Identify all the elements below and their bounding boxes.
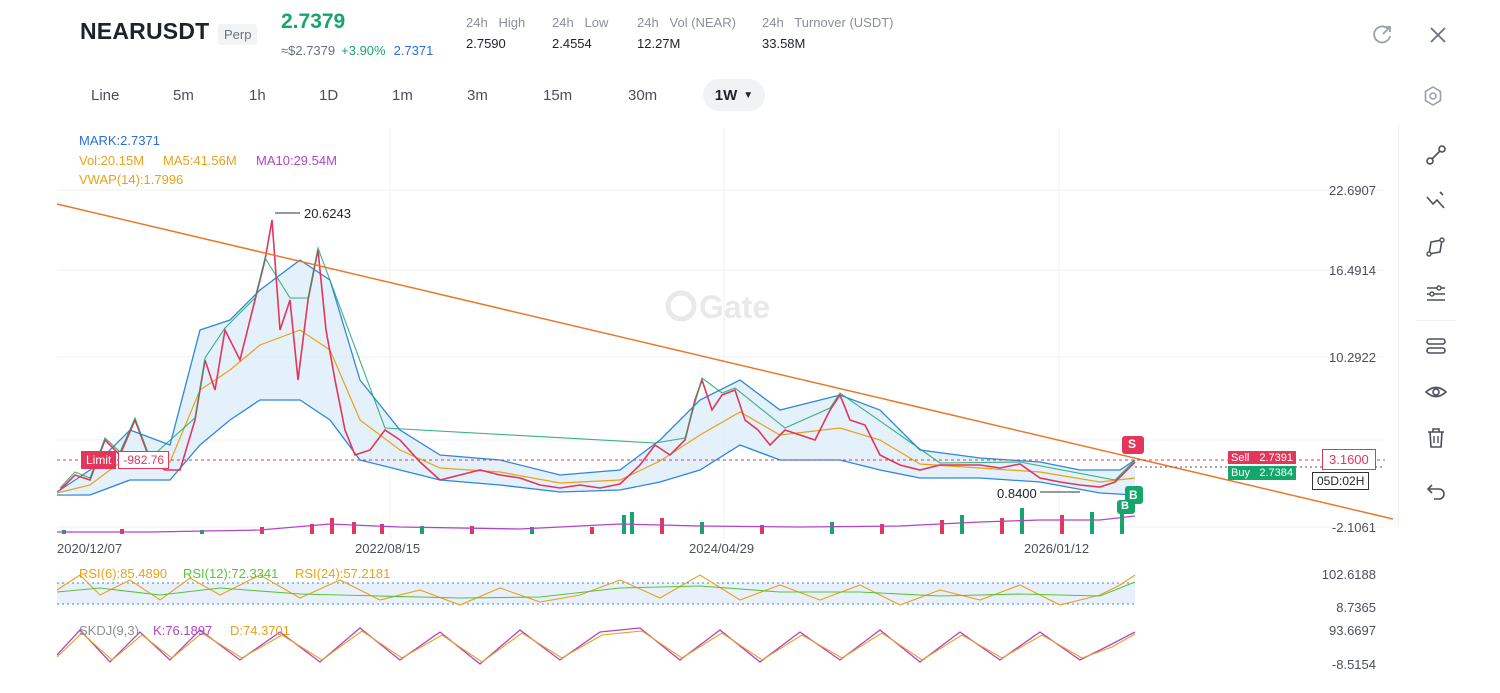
filter-icon[interactable] bbox=[1424, 334, 1448, 358]
shape-tool-icon[interactable] bbox=[1424, 235, 1448, 259]
k-indicator: K:76.1897 bbox=[153, 623, 213, 638]
y-label-2: 16.4914 bbox=[1329, 263, 1376, 278]
tf-15m[interactable]: 15m bbox=[543, 87, 572, 104]
x-label-2: 2022/08/15 bbox=[355, 541, 421, 556]
ma5-indicator: MA5:41.56M bbox=[163, 153, 237, 168]
stat-label: 24h Low bbox=[552, 15, 609, 30]
tf-1m[interactable]: 1m bbox=[392, 87, 413, 104]
last-price: 2.7379 bbox=[281, 10, 346, 33]
trend-tool-icon[interactable] bbox=[1424, 189, 1448, 213]
tf-3m[interactable]: 3m bbox=[467, 87, 488, 104]
rsi-band bbox=[57, 583, 1135, 604]
tf-30m[interactable]: 30m bbox=[628, 87, 657, 104]
indicator-settings-icon[interactable] bbox=[1424, 282, 1448, 306]
close-icon[interactable] bbox=[1427, 24, 1449, 46]
stat-value: 12.27M bbox=[637, 36, 681, 51]
sell-marker: S bbox=[1128, 437, 1137, 451]
chevron-down-icon: ▼ bbox=[743, 89, 754, 101]
eye-icon[interactable] bbox=[1424, 380, 1448, 404]
skdj-indicator: SKDJ(9,3) bbox=[79, 623, 139, 638]
y-label-1: 22.6907 bbox=[1329, 183, 1376, 198]
stat-24h-low: 24h Low 2.4554 bbox=[552, 15, 608, 51]
rsi12-indicator: RSI(12):72.3341 bbox=[183, 566, 279, 581]
stat-value: 2.7590 bbox=[466, 36, 506, 51]
vwap-indicator: VWAP(14):1.7996 bbox=[79, 172, 184, 187]
y-label-4: -2.1061 bbox=[1331, 520, 1376, 535]
gate-watermark: Gate bbox=[665, 289, 770, 325]
symbol-title: NEARUSDT bbox=[80, 18, 210, 44]
usd-price: ≈$2.7379 bbox=[281, 43, 336, 58]
drawing-toolbar bbox=[1398, 125, 1471, 525]
kdj-k-line bbox=[56, 627, 1136, 665]
undo-icon[interactable] bbox=[1424, 479, 1448, 503]
x-label-4: 2026/01/12 bbox=[1024, 541, 1090, 556]
limit-tag[interactable]: Limit -982.76 bbox=[81, 451, 170, 469]
stat-24h-vol: 24h Vol (NEAR) 12.27M bbox=[637, 15, 736, 51]
buy-price: 2.7384 bbox=[1259, 467, 1293, 479]
stat-label: 24h Turnover (USDT) bbox=[762, 15, 894, 30]
svg-text:Gate: Gate bbox=[699, 289, 770, 325]
settings-gear-icon[interactable] bbox=[1422, 85, 1444, 107]
price-subline: ≈$2.7379 +3.90% 2.7371 bbox=[281, 43, 433, 58]
line-tool-icon[interactable] bbox=[1424, 143, 1448, 167]
low-marker-label: 0.8400 bbox=[997, 486, 1037, 501]
buy-label: Buy bbox=[1231, 467, 1250, 479]
rsi-axis-top: 102.6188 bbox=[1321, 567, 1376, 582]
rsi24-indicator: RSI(24):57.2181 bbox=[295, 566, 391, 581]
sell-label: Sell bbox=[1231, 451, 1250, 464]
tf-5m[interactable]: 5m bbox=[173, 87, 194, 104]
stat-label: 24h Vol (NEAR) bbox=[637, 15, 736, 30]
stat-label: 24h High bbox=[466, 15, 526, 30]
change-percent: +3.90% bbox=[341, 43, 386, 58]
buy-marker-2: B bbox=[1121, 500, 1129, 512]
ma10-indicator: MA10:29.54M bbox=[256, 153, 337, 168]
current-price-box: 3.1600 bbox=[1322, 449, 1376, 470]
trash-icon[interactable] bbox=[1424, 426, 1448, 450]
countdown-box: 05D:02H bbox=[1312, 472, 1370, 490]
price-chart[interactable]: Gate bbox=[0, 120, 1400, 680]
perp-badge: Perp bbox=[218, 24, 258, 45]
vol-indicator: Vol:20.15M bbox=[79, 153, 145, 168]
tf-1w-dropdown[interactable]: 1W ▼ bbox=[703, 79, 765, 111]
rsi-axis-bottom: 8.7365 bbox=[1336, 600, 1376, 615]
x-label-3: 2024/04/29 bbox=[689, 541, 755, 556]
high-marker-label: 20.6243 bbox=[304, 206, 351, 221]
stat-24h-high: 24h High 2.7590 bbox=[466, 15, 525, 51]
volume-ma-line bbox=[57, 515, 1136, 533]
rsi6-indicator: RSI(6):85.4890 bbox=[79, 566, 168, 581]
kdj-axis-bottom: -8.5154 bbox=[1331, 657, 1376, 672]
open-external-icon[interactable] bbox=[1371, 24, 1393, 46]
price-candles bbox=[59, 219, 1136, 491]
buy-marker: B bbox=[1129, 488, 1138, 502]
d-indicator: D:74.3701 bbox=[230, 623, 290, 638]
tf-active-label: 1W bbox=[714, 86, 738, 104]
stat-24h-turnover: 24h Turnover (USDT) 33.58M bbox=[762, 15, 894, 51]
x-label-1: 2020/12/07 bbox=[57, 541, 123, 556]
buy-price-tag: Buy 2.7384 bbox=[1228, 466, 1296, 480]
limit-value: -982.76 bbox=[118, 451, 170, 469]
stat-value: 2.4554 bbox=[552, 36, 592, 51]
mark-indicator: MARK:2.7371 bbox=[79, 133, 160, 148]
tf-line[interactable]: Line bbox=[91, 87, 119, 104]
mark-price: 2.7371 bbox=[393, 43, 434, 58]
stat-value: 33.58M bbox=[762, 36, 806, 51]
toolbar-divider bbox=[1416, 320, 1456, 321]
y-label-3: 10.2922 bbox=[1329, 350, 1376, 365]
tf-1d[interactable]: 1D bbox=[319, 87, 338, 104]
sell-price-tag: Sell 2.7391 bbox=[1228, 451, 1296, 464]
kdj-d-line bbox=[56, 630, 1136, 663]
tf-1h[interactable]: 1h bbox=[249, 87, 266, 104]
kdj-axis-top: 93.6697 bbox=[1329, 623, 1376, 638]
limit-label: Limit bbox=[81, 451, 117, 469]
sell-price: 2.7391 bbox=[1259, 451, 1293, 464]
